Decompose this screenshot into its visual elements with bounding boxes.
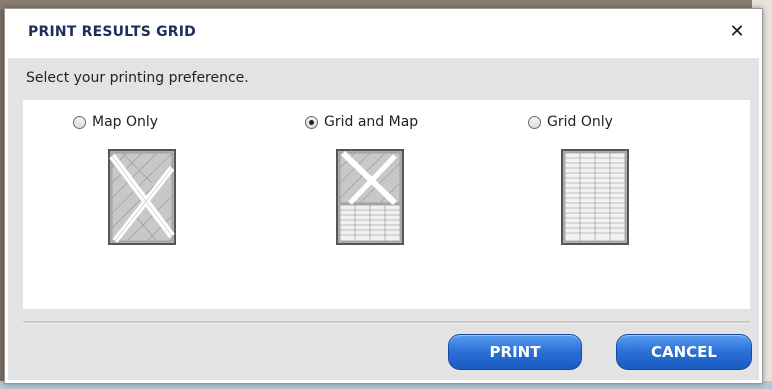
print-options-panel: Map Only Grid and Map Grid Only: [23, 100, 750, 309]
close-icon: ✕: [729, 21, 745, 42]
option-label: Grid Only: [547, 114, 613, 130]
print-results-grid-dialog: PRINT RESULTS GRID ✕ Select your printin…: [4, 8, 763, 384]
radio-row-map-only[interactable]: Map Only: [73, 114, 158, 130]
close-button[interactable]: ✕: [726, 21, 748, 43]
dialog-header: PRINT RESULTS GRID ✕: [5, 9, 762, 57]
option-grid-and-map[interactable]: Grid and Map: [305, 114, 418, 130]
map-only-thumbnail-icon[interactable]: [107, 148, 177, 246]
radio-grid-and-map[interactable]: [305, 115, 318, 129]
grid-and-map-thumbnail-icon[interactable]: [335, 148, 405, 246]
option-map-only[interactable]: Map Only: [73, 114, 158, 130]
radio-row-grid-and-map[interactable]: Grid and Map: [305, 114, 418, 130]
grid-only-thumbnail-icon[interactable]: [560, 148, 630, 246]
option-label: Grid and Map: [324, 114, 419, 130]
radio-map-only[interactable]: [73, 115, 86, 129]
cancel-button[interactable]: CANCEL: [616, 334, 752, 370]
print-button[interactable]: PRINT: [448, 334, 582, 370]
radio-grid-only[interactable]: [528, 115, 541, 129]
option-label: Map Only: [92, 114, 159, 130]
option-grid-only[interactable]: Grid Only: [528, 114, 613, 130]
printing-preference-prompt: Select your printing preference.: [26, 70, 249, 86]
footer-divider: [23, 321, 750, 324]
dialog-title: PRINT RESULTS GRID: [28, 24, 196, 40]
radio-row-grid-only[interactable]: Grid Only: [528, 114, 613, 130]
dialog-body: Select your printing preference. Map Onl…: [8, 58, 759, 380]
